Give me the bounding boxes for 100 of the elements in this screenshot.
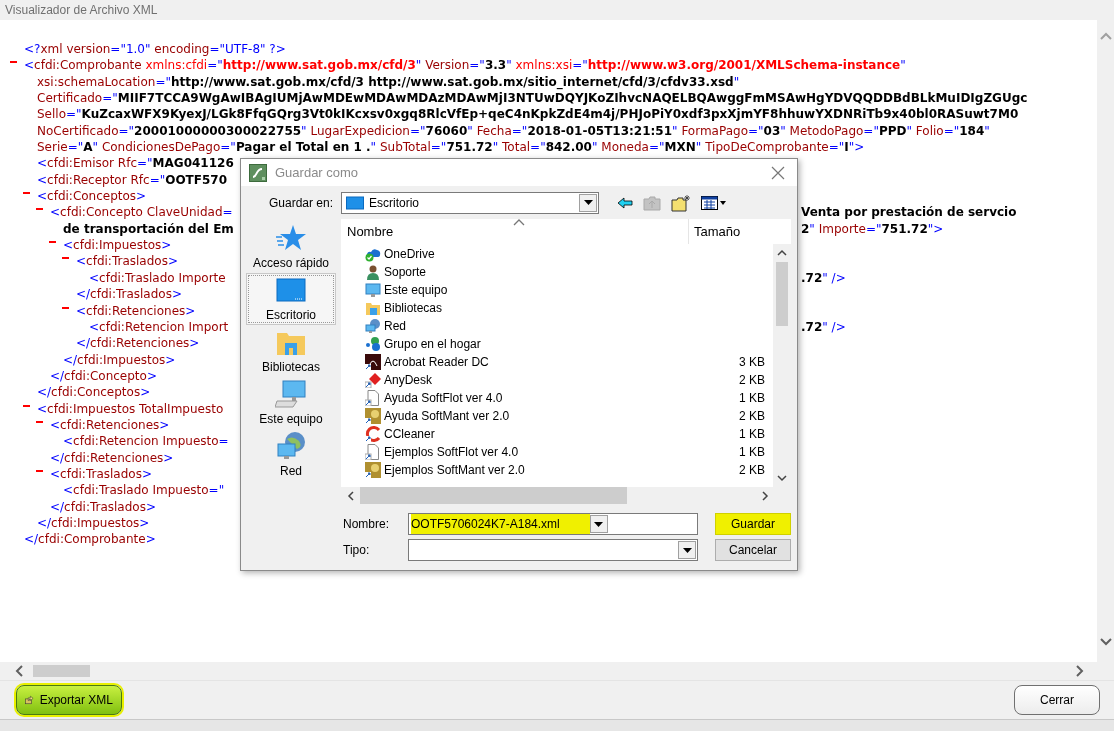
file-name[interactable]: Bibliotecas [384,301,443,315]
collapse-icon[interactable] [36,208,43,211]
xml-line: </cfdi:Impuestos> [63,352,176,367]
computer-icon [275,379,307,409]
file-name[interactable]: Ayuda SoftMant ver 2.0 [384,409,510,423]
scroll-left-icon[interactable] [347,490,354,501]
dialog-title: Guardar como [275,165,360,180]
collapse-icon[interactable] [10,61,17,64]
xml-line: <cfdi:Retencion Import [89,319,229,334]
cancel-button[interactable]: Cancelar [715,539,791,561]
xml-line: <cfdi:Retenciones> [50,417,170,432]
network-icon [365,318,381,334]
place-item[interactable]: Este equipo [246,377,336,429]
xml-line: <cfdi:Receptor Rfc="OOTF570 [37,172,228,187]
collapse-icon[interactable] [49,241,56,244]
document-icon [365,390,381,406]
file-name[interactable]: Ayuda SoftFlot ver 4.0 [384,391,503,405]
save-in-label: Guardar en: [267,195,333,210]
place-item[interactable]: Acceso rápido [246,221,336,273]
scroll-down-icon[interactable] [777,475,787,482]
scroll-down-icon[interactable] [1099,638,1112,646]
xml-line: </cfdi:Impuestos> [37,515,150,530]
xml-line: <cfdi:Emisor Rfc="MAG041126 [37,156,234,171]
save-button[interactable]: Guardar [715,513,791,535]
file-size: 2 KB [738,463,765,477]
location-dropdown[interactable]: Escritorio [341,191,599,214]
xml-line: <cfdi:Traslados> [76,254,178,269]
type-dropdown[interactable] [408,539,698,561]
cloud-icon [365,246,381,262]
file-name[interactable]: Soporte [384,265,427,279]
xml-line: Venta por prestación de servcio [801,205,1017,220]
scroll-right-icon[interactable] [762,490,769,501]
xml-line: <cfdi:Retenciones> [76,303,196,318]
horizontal-scrollbar[interactable] [0,662,1114,680]
xml-line: .72" /> [801,319,846,334]
xml-line: de transportación del Em [63,221,234,236]
place-item[interactable]: Bibliotecas [246,325,336,377]
dropdown-arrow-icon[interactable] [583,200,593,205]
filename-field[interactable]: OOTF5706024K7-A184.xml [408,513,698,535]
xml-line: NoCertificado="20001000000300022755" LugarExpedicion="76060" Fecha="2018-01-05T13:21:51" FormaPago="03" MetodoPago="PPD" Folio="184" [37,123,990,138]
scroll-right-icon[interactable] [1076,665,1084,677]
acrobat-icon [365,354,381,370]
app-shortcut-icon [365,408,381,424]
close-button[interactable]: Cerrar [1014,685,1100,715]
dropdown-arrow-icon[interactable] [682,547,692,553]
scroll-thumb[interactable] [776,262,788,326]
xml-line: <cfdi:Comprobante xmlns:cfdi="http://www.sat.gob.mx/cfd/3" Version="3.3" xmlns:xsi="http://www.w3.org/2001/XMLSchema-instance" [24,58,906,73]
xml-line: Certificado="MIIF7TCCA9WgAwIBAgIUMjAwMDEwMDAwMDAzMDAwMjI3NTUwDQYJKoZIhvcNAQELBQAwggFmMSAwHgYDVQQDDBdBLkMuIDIgZGUgc [37,91,1028,106]
xml-line: Sello="KuZcaxWFX9KyexJ/LGk8FfqGQrg3Vt0kIKcxsv0xgq8RlcVfEp+qeC4nKpkZdE4m4j/PHJoPiY0xdf3pxXjmYF8hhuwYXDNRiTb9x40bl0RASuwt7M0 [37,107,1019,122]
file-name[interactable]: CCleaner [384,427,435,441]
place-item[interactable]: Escritorio [246,273,336,325]
collapse-icon[interactable] [23,192,30,195]
file-size: 1 KB [738,445,765,459]
export-button[interactable]: Exportar XML [16,685,122,715]
xml-line: Serie="A" CondicionesDePago="Pagar el Total en 1 ." SubTotal="751.72" Total="842.00" Moneda="MXN" TipoDeComprobante="I"> [37,140,865,155]
xml-line: <cfdi:Retencion Impuesto= [63,434,229,449]
scroll-left-icon[interactable] [15,665,23,677]
file-name[interactable]: Grupo en el hogar [384,337,481,351]
file-name[interactable]: Este equipo [384,283,448,297]
collapse-icon[interactable] [62,306,69,309]
column-header[interactable]: Tamaño [689,219,741,244]
file-name[interactable]: OneDrive [384,247,435,261]
file-name[interactable]: Ejemplos SoftFlot ver 4.0 [384,445,519,459]
file-size: 1 KB [738,427,765,441]
star-icon [275,223,307,253]
column-header[interactable]: Nombre [341,219,689,244]
file-name[interactable]: Red [384,319,406,333]
file-name[interactable]: Ejemplos SoftMant ver 2.0 [384,463,525,477]
place-item[interactable]: Red [246,429,336,481]
document-icon [365,444,381,460]
view-menu-icon[interactable] [701,195,727,210]
sort-caret-icon[interactable] [513,219,525,226]
dropdown-arrow-icon[interactable] [594,521,604,527]
window-title: Visualizador de Archivo XML [5,3,158,17]
xml-line: <?xml version="1.0" encoding="UTF-8" ?> [24,42,286,56]
desktop-icon [346,195,364,210]
file-name[interactable]: AnyDesk [384,373,433,387]
file-size: 2 KB [738,373,765,387]
file-size: 3 KB [738,355,765,369]
ccleaner-icon [365,426,381,442]
app-shortcut-icon [365,462,381,478]
xml-line: <cfdi:Conceptos> [37,189,147,204]
collapse-icon[interactable] [36,420,43,423]
xml-line: xsi:schemaLocation="http://www.sat.gob.mx/cfd/3 http://www.sat.gob.mx/sitio_internet/cfd/3/cfdv33.xsd" [37,74,740,89]
file-name[interactable]: Acrobat Reader DC [384,355,489,369]
scroll-thumb[interactable] [360,487,627,504]
library-folder-icon [365,300,381,316]
collapse-icon[interactable] [36,469,43,472]
xml-line: </cfdi:Comprobante> [24,532,156,547]
close-icon[interactable] [771,165,785,180]
xml-line: <cfdi:Concepto ClaveUnidad= [50,205,233,220]
scroll-thumb[interactable] [33,665,90,677]
collapse-icon[interactable] [62,257,69,260]
xml-line: .72" /> [801,270,846,285]
xml-line: </cfdi:Concepto> [50,368,157,383]
collapse-icon[interactable] [23,404,30,407]
xml-line: </cfdi:Traslados> [50,499,156,514]
scroll-up-icon[interactable] [777,249,787,256]
back-arrow-icon[interactable] [617,196,633,209]
new-folder-icon[interactable] [671,193,691,212]
